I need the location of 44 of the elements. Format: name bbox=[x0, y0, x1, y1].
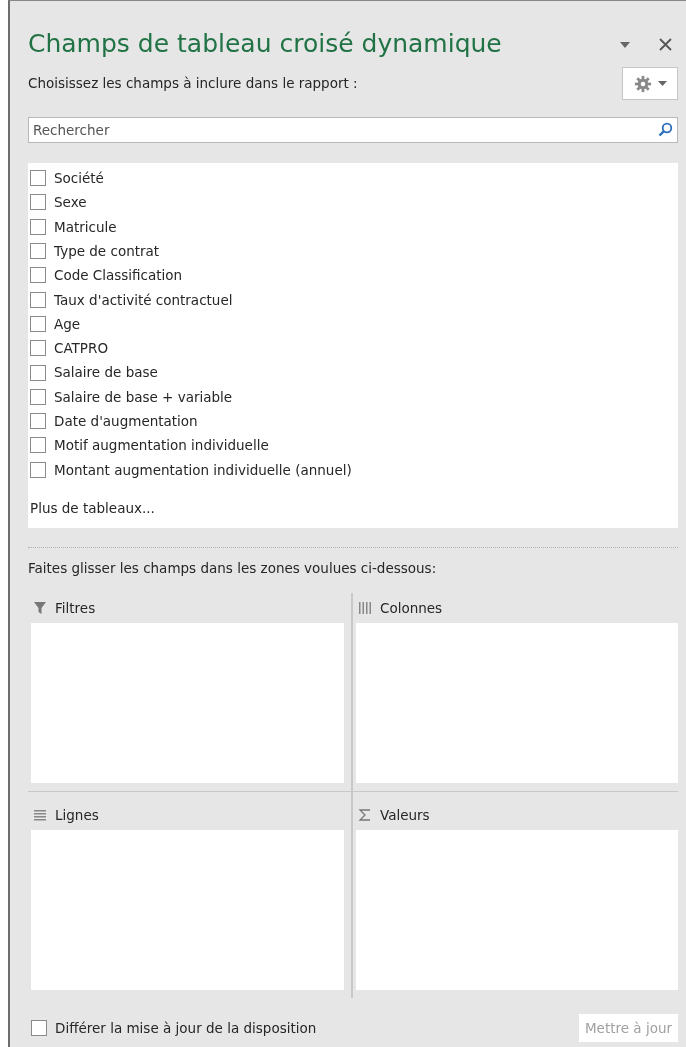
settings-button[interactable] bbox=[622, 67, 678, 100]
checkbox[interactable] bbox=[30, 340, 46, 357]
checkbox[interactable] bbox=[30, 291, 46, 308]
checkbox[interactable] bbox=[30, 243, 46, 260]
field-label[interactable]: Salaire de base bbox=[54, 362, 158, 383]
caret-icon bbox=[657, 80, 667, 87]
drag-instruction-text: Faites glisser les champs dans les zones voulues ci-dessous: bbox=[28, 560, 437, 576]
field-label[interactable]: CATPRO bbox=[54, 338, 108, 359]
zone-label: Lignes bbox=[55, 806, 99, 826]
field-label[interactable]: Montant augmentation individuelle (annuel) bbox=[54, 459, 352, 480]
field-label[interactable]: Société bbox=[54, 168, 104, 189]
instruction-text: Choisissez les champs à inclure dans le rapport : bbox=[28, 74, 359, 94]
more-tables-link[interactable]: Plus de tableaux... bbox=[30, 497, 678, 519]
checkbox[interactable] bbox=[30, 267, 46, 284]
defer-label[interactable]: Différer la mise à jour de la disposition bbox=[55, 1017, 317, 1038]
field-label[interactable]: Salaire de base + variable bbox=[54, 386, 233, 407]
zone-label: Filtres bbox=[55, 599, 96, 619]
checkbox[interactable] bbox=[30, 218, 46, 235]
field-label[interactable]: Motif augmentation individuelle bbox=[54, 435, 269, 456]
field-label[interactable]: Sexe bbox=[54, 192, 87, 213]
field-label[interactable]: Matricule bbox=[54, 216, 117, 237]
checkbox[interactable] bbox=[30, 388, 46, 405]
zone-label: Valeurs bbox=[380, 806, 430, 826]
field-label[interactable]: Date d'augmentation bbox=[54, 411, 198, 432]
field-label[interactable]: Age bbox=[54, 313, 81, 335]
field-label[interactable]: Type de contrat bbox=[54, 240, 160, 262]
columns-icon bbox=[358, 601, 372, 616]
field-label[interactable]: Code Classification bbox=[54, 265, 183, 286]
checkbox[interactable] bbox=[30, 437, 46, 454]
field-label[interactable]: Taux d'activité contractuel bbox=[54, 289, 233, 310]
checkbox[interactable] bbox=[30, 413, 46, 430]
rows-icon bbox=[33, 808, 47, 823]
checkbox[interactable] bbox=[30, 315, 46, 332]
search-icon bbox=[658, 122, 673, 137]
checkbox[interactable] bbox=[30, 170, 46, 187]
search-field[interactable]: Rechercher bbox=[28, 117, 678, 143]
checkbox[interactable] bbox=[30, 194, 46, 211]
checkbox[interactable] bbox=[30, 461, 46, 478]
sigma-icon bbox=[358, 808, 372, 823]
filter-icon bbox=[33, 601, 47, 616]
pane-title: Champs de tableau croisé dynamique bbox=[28, 29, 503, 59]
checkbox[interactable] bbox=[30, 364, 46, 381]
checkbox[interactable] bbox=[31, 1019, 47, 1036]
zone-label: Colonnes bbox=[380, 599, 443, 619]
